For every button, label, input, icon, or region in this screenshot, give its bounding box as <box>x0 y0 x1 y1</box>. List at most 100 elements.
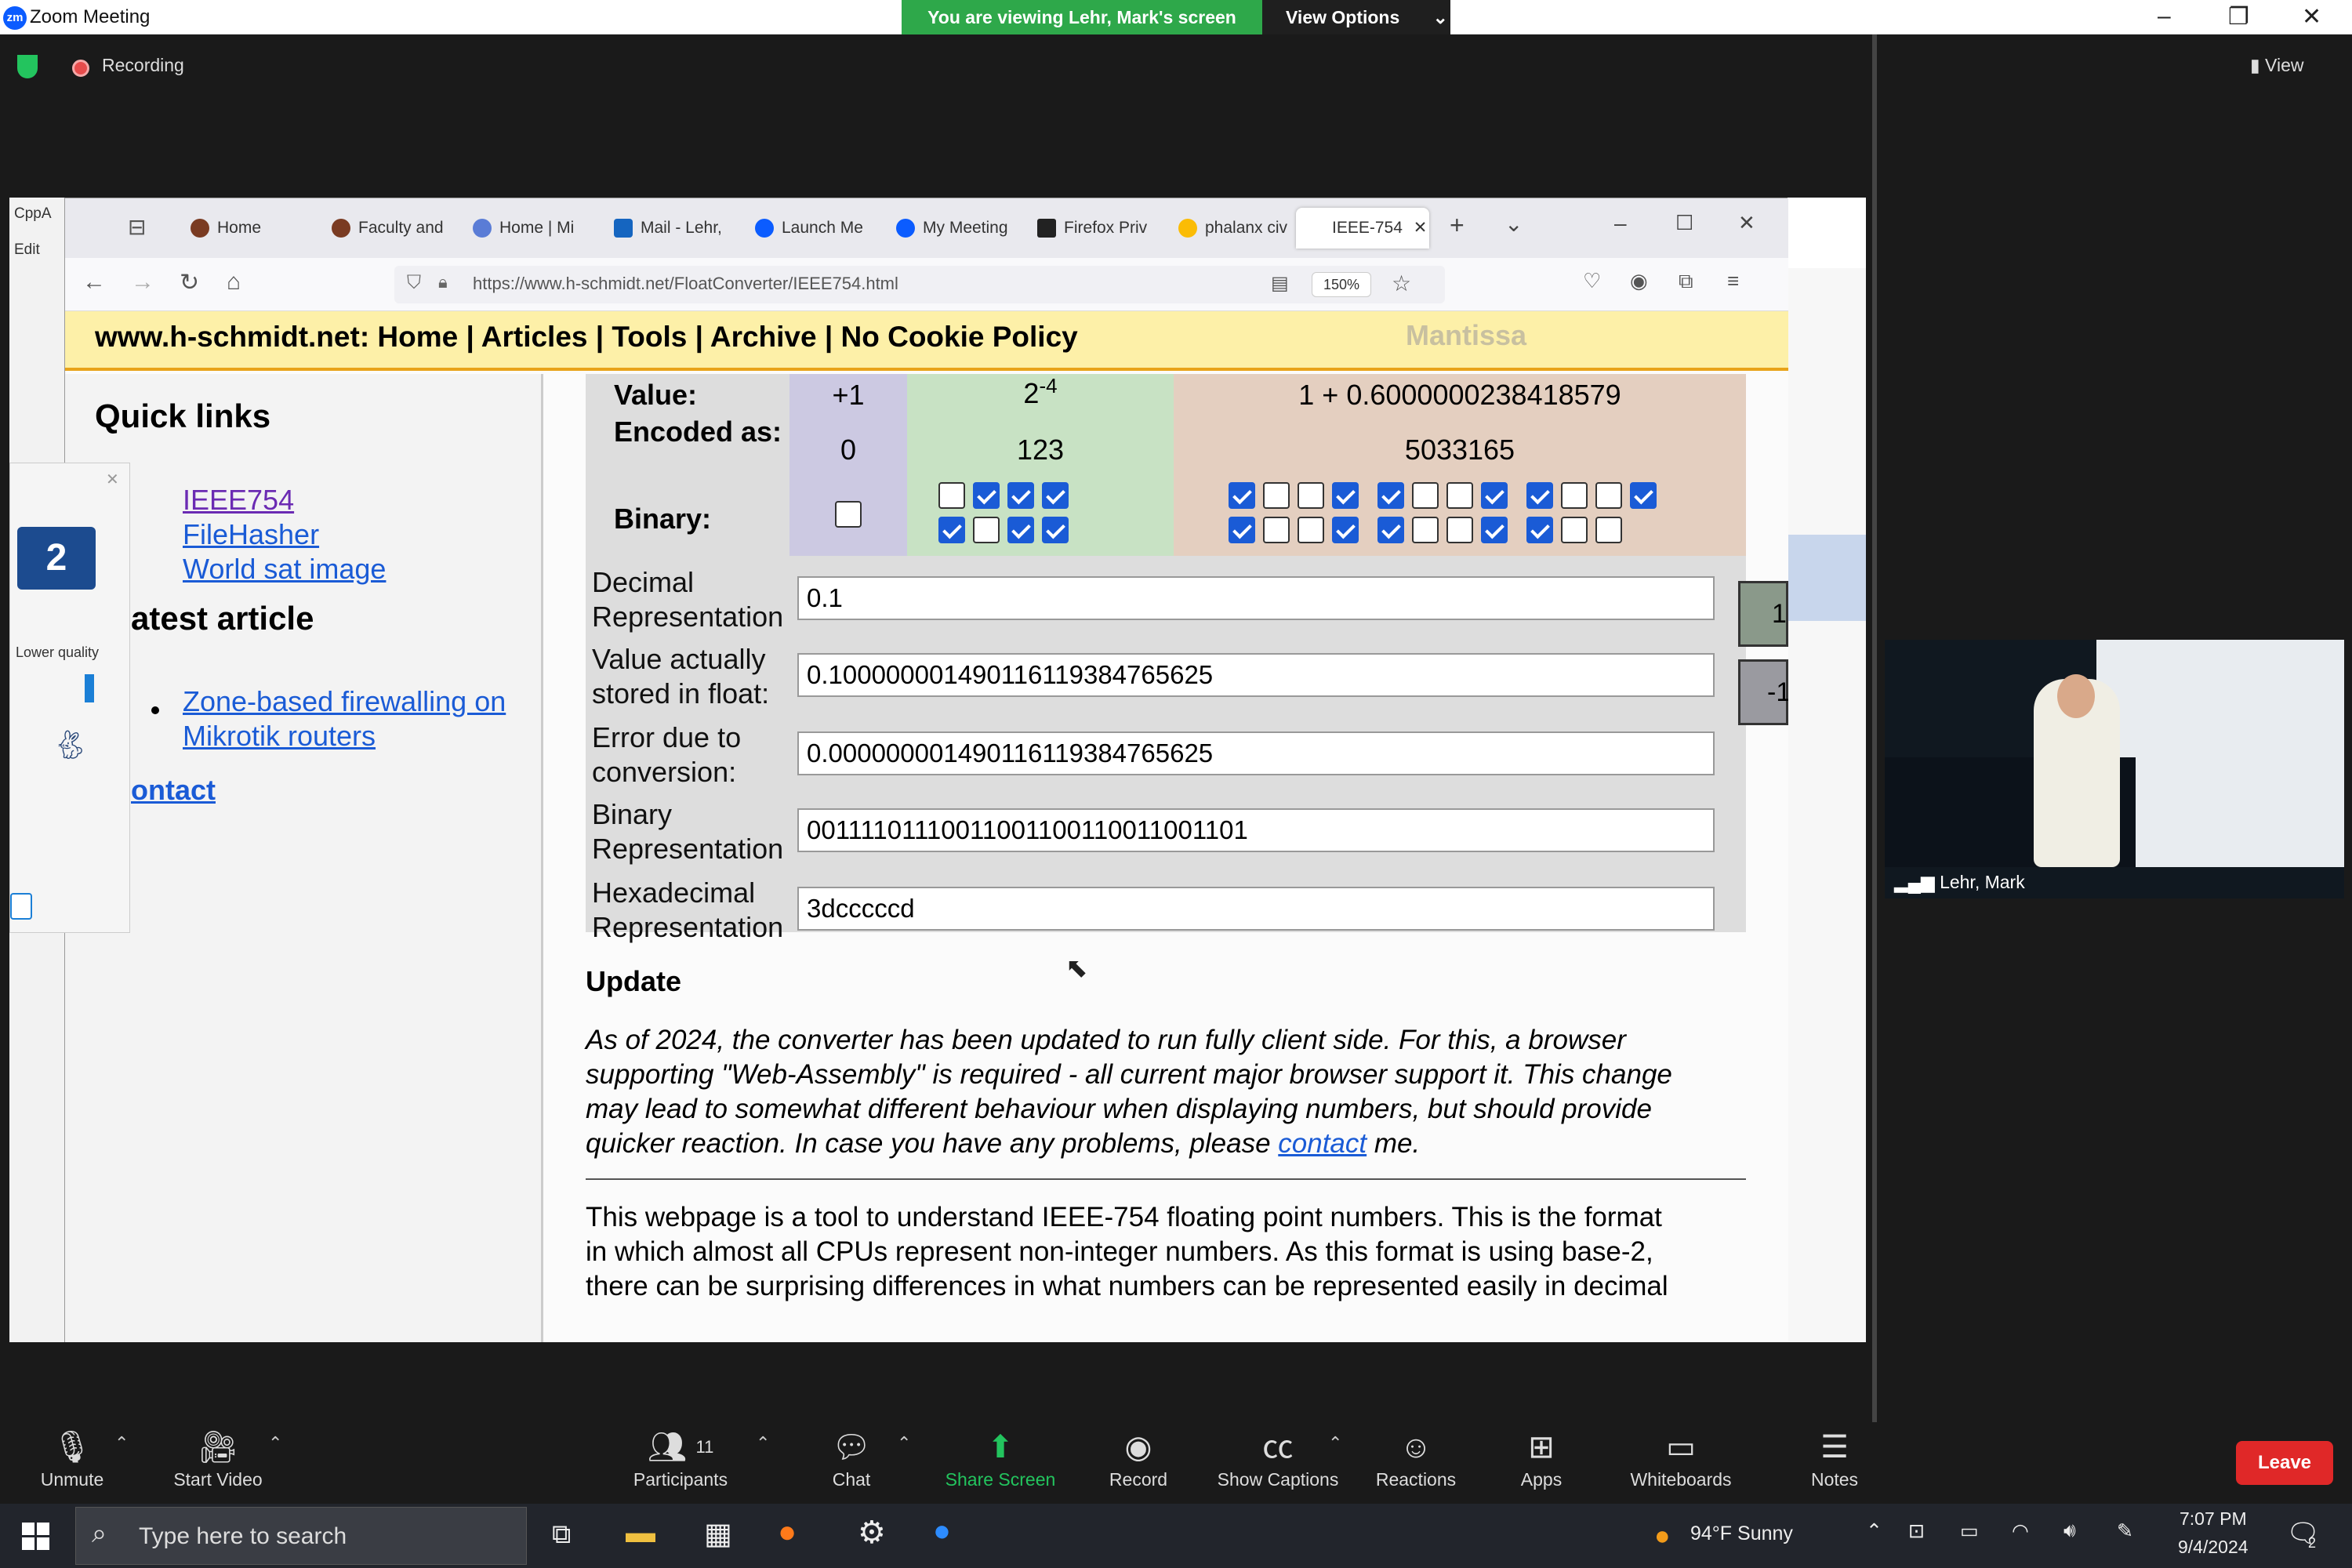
bit-checkbox[interactable] <box>1446 482 1473 509</box>
bit-checkbox[interactable] <box>1595 482 1622 509</box>
bit-checkbox[interactable] <box>1229 517 1255 543</box>
chat-button[interactable]: 💬︎ Chat <box>789 1422 914 1490</box>
bit-checkbox[interactable] <box>1332 517 1359 543</box>
bit-checkbox[interactable] <box>1481 482 1508 509</box>
link-contact[interactable]: ontact <box>131 774 216 807</box>
menu-icon[interactable]: ≡ <box>1727 269 1739 293</box>
notes-button[interactable]: ☰ Notes <box>1772 1422 1897 1490</box>
settings-icon[interactable]: ⚙ <box>858 1515 886 1551</box>
firefox-icon[interactable]: ● <box>778 1515 797 1550</box>
task-view-icon[interactable]: ⧉ <box>552 1519 571 1550</box>
bit-checkbox[interactable] <box>1630 482 1657 509</box>
weather-text[interactable]: 94°F Sunny <box>1690 1523 1793 1545</box>
binary-repr-field[interactable] <box>797 808 1715 852</box>
leave-button[interactable]: Leave <box>2236 1441 2333 1485</box>
tab-overview-icon[interactable]: ⊟ <box>128 214 146 240</box>
taskbar-search[interactable]: ⌕ Type here to search <box>75 1507 527 1565</box>
view-options-button[interactable]: View Options ⌄ <box>1262 0 1450 34</box>
back-icon[interactable]: ← <box>82 269 106 296</box>
link-filehasher[interactable]: FileHasher <box>183 518 319 551</box>
bit-checkbox[interactable] <box>1042 517 1069 543</box>
bit-checkbox[interactable] <box>1332 482 1359 509</box>
stored-value-field[interactable] <box>797 653 1715 697</box>
wifi-icon[interactable]: ◠ <box>2012 1519 2029 1543</box>
bit-checkbox[interactable] <box>1377 482 1404 509</box>
ff-maximize-icon[interactable]: ☐ <box>1675 211 1693 235</box>
url-text[interactable]: https://www.h-schmidt.net/FloatConverter… <box>473 274 898 294</box>
bit-checkbox[interactable] <box>1263 517 1290 543</box>
apps-button[interactable]: ⊞ Apps <box>1479 1422 1604 1490</box>
show-hidden-icon[interactable]: ⌃ <box>1866 1519 1882 1543</box>
close-icon[interactable]: ✕ <box>2302 3 2321 31</box>
forward-icon[interactable]: → <box>131 269 154 296</box>
tab-close-icon[interactable]: ✕ <box>1414 219 1428 237</box>
whiteboards-button[interactable]: ▭ Whiteboards <box>1618 1422 1744 1490</box>
participants-options-icon[interactable]: ⌃ <box>756 1433 770 1454</box>
security-shield-icon[interactable] <box>17 55 38 78</box>
video-tile[interactable]: ▂▄▆ Lehr, Mark <box>1885 640 2344 898</box>
bit-checkbox[interactable] <box>1526 517 1553 543</box>
bit-checkbox[interactable] <box>1446 517 1473 543</box>
view-button[interactable]: ▮ View <box>2250 55 2303 76</box>
bit-checkbox[interactable] <box>1481 517 1508 543</box>
quality-slider-thumb[interactable] <box>85 674 94 702</box>
minus-one-button[interactable]: -1 <box>1738 659 1788 725</box>
chat-options-icon[interactable]: ⌃ <box>897 1433 911 1454</box>
pocket-icon[interactable]: ♡ <box>1583 269 1601 293</box>
bit-checkbox[interactable] <box>1595 517 1622 543</box>
tab-home-mi[interactable]: Home | Mi <box>473 208 606 249</box>
share-screen-button[interactable]: ⬆ Share Screen <box>938 1422 1063 1490</box>
bit-checkbox[interactable] <box>973 482 1000 509</box>
tab-mail[interactable]: Mail - Lehr, <box>614 208 747 249</box>
site-name[interactable]: www.h-schmidt.net <box>95 321 360 353</box>
bit-checkbox[interactable] <box>1298 482 1324 509</box>
tab-home[interactable]: Home <box>191 208 324 249</box>
link-world-sat[interactable]: World sat image <box>183 553 386 586</box>
ff-minimize-icon[interactable]: – <box>1614 211 1627 236</box>
minimize-icon[interactable]: – <box>2158 3 2171 30</box>
bit-checkbox[interactable] <box>1298 517 1324 543</box>
calculator-icon[interactable]: ▦ <box>704 1516 732 1552</box>
extensions-icon[interactable]: ⧉ <box>1679 269 1693 294</box>
panel-input[interactable] <box>10 893 32 920</box>
audio-options-icon[interactable]: ⌃ <box>114 1433 129 1454</box>
volume-icon[interactable]: 🔊︎ <box>2063 1519 2076 1542</box>
bit-checkbox[interactable] <box>1412 482 1439 509</box>
bit-checkbox[interactable] <box>1561 482 1588 509</box>
clock-time[interactable]: 7:07 PM <box>2180 1508 2247 1530</box>
restore-icon[interactable]: ❐ <box>2228 3 2249 31</box>
zoom-level[interactable]: 150% <box>1312 272 1371 297</box>
plus-one-button[interactable]: 1 <box>1738 581 1788 647</box>
bit-checkbox[interactable] <box>1561 517 1588 543</box>
tab-ieee754[interactable]: IEEE-754 ✕ <box>1296 208 1429 249</box>
error-field[interactable] <box>797 731 1715 775</box>
url-bar[interactable]: ⛉ 🔒︎ https://www.h-schmidt.net/FloatConv… <box>394 266 1445 303</box>
bit-checkbox[interactable] <box>1412 517 1439 543</box>
update-contact-link[interactable]: contact <box>1278 1128 1367 1159</box>
tab-list-icon[interactable]: ⌄ <box>1504 211 1523 237</box>
pen-icon[interactable]: ✎ <box>2117 1519 2133 1543</box>
rabbit-icon[interactable]: 🐇︎ <box>53 728 89 761</box>
display-icon[interactable]: ⊡ <box>1908 1519 1925 1543</box>
reader-icon[interactable]: ▤ <box>1271 272 1289 295</box>
reload-icon[interactable]: ↻ <box>180 269 199 296</box>
bit-checkbox[interactable] <box>973 517 1000 543</box>
zoom-taskbar-icon[interactable]: ● <box>933 1515 951 1548</box>
bit-checkbox[interactable] <box>1229 482 1255 509</box>
battery-icon[interactable]: ▭ <box>1960 1519 1979 1543</box>
bit-checkbox[interactable] <box>835 501 862 528</box>
hex-repr-field[interactable] <box>797 887 1715 931</box>
tab-phalanx[interactable]: phalanx civ <box>1178 208 1312 249</box>
bit-checkbox[interactable] <box>1007 482 1034 509</box>
search-placeholder[interactable]: Type here to search <box>139 1523 347 1550</box>
panel-close-icon[interactable]: ✕ <box>106 470 119 489</box>
link-latest-article[interactable]: Zone-based firewalling on Mikrotik route… <box>183 684 528 753</box>
decimal-input[interactable] <box>797 576 1715 620</box>
bit-checkbox[interactable] <box>1377 517 1404 543</box>
shield-icon[interactable]: ⛉ <box>407 272 421 294</box>
new-tab-icon[interactable]: + <box>1450 211 1465 240</box>
panel-divider[interactable] <box>1872 34 1877 1422</box>
record-button[interactable]: ◉ Record <box>1076 1422 1201 1490</box>
reactions-button[interactable]: ☺ Reactions <box>1353 1422 1479 1490</box>
account-icon[interactable]: ◉ <box>1630 269 1648 293</box>
